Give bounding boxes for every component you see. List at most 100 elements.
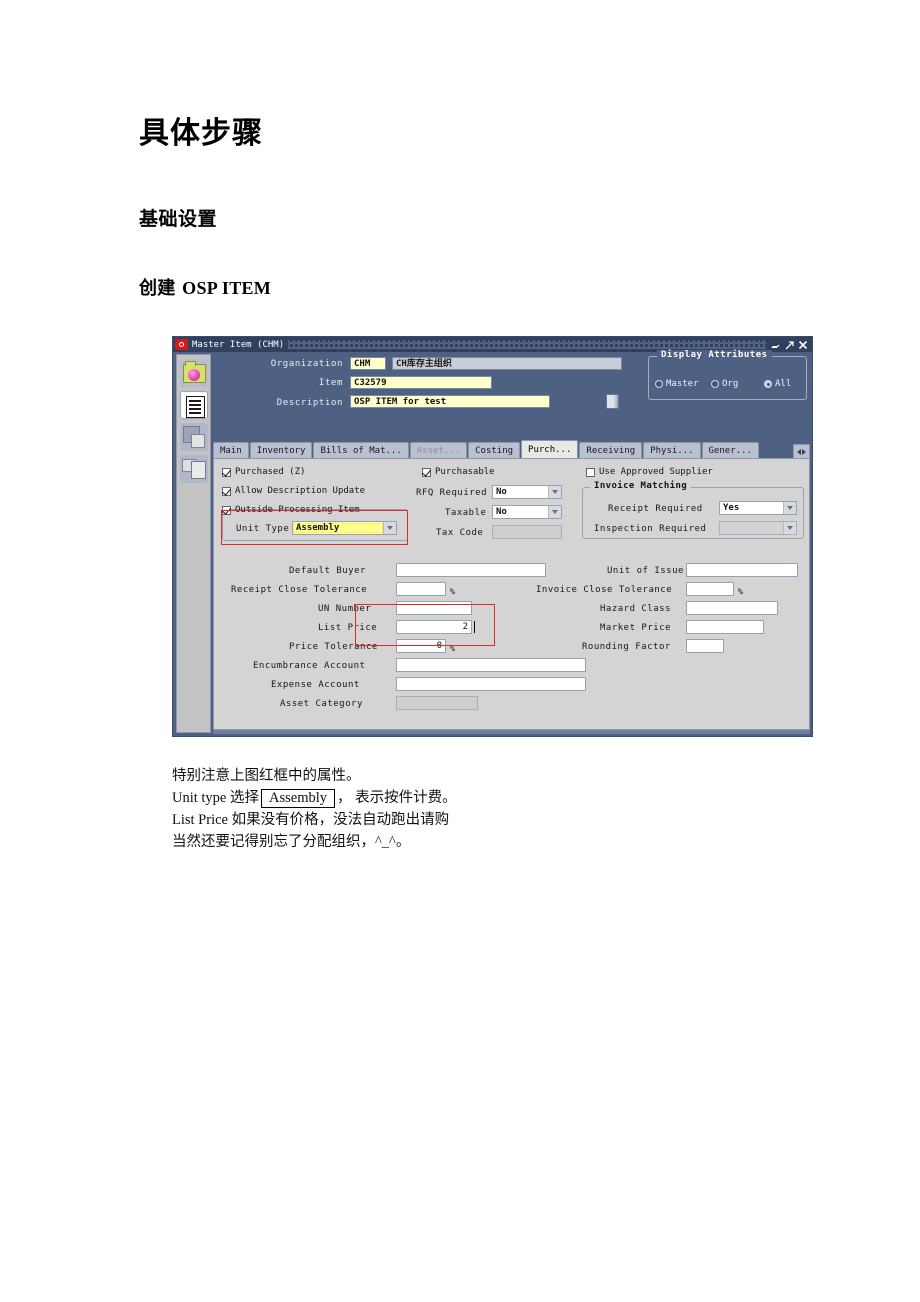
inspection-required-chevron-down-icon — [783, 522, 796, 534]
invoice-close-tolerance-field[interactable] — [686, 582, 734, 596]
checkbox-use-approved-supplier[interactable]: Use Approved Supplier — [586, 467, 713, 477]
window-controls — [770, 340, 808, 350]
encumbrance-account-label: Encumbrance Account — [253, 661, 366, 671]
radio-master[interactable]: Master — [655, 379, 699, 389]
tab-general[interactable]: Gener... — [701, 442, 759, 459]
invoice-close-tolerance-label: Invoice Close Tolerance — [536, 585, 673, 595]
expense-account-field[interactable] — [396, 677, 586, 691]
page-title: 具体步骤 — [139, 116, 263, 151]
organization-name-field: CH库存主组织 — [392, 357, 622, 370]
description-field[interactable]: OSP ITEM for test — [350, 395, 550, 408]
organization-code-field[interactable]: CHM — [350, 357, 386, 370]
checkbox-allow-description-update-label: Allow Description Update — [235, 486, 366, 496]
rfq-required-label: RFQ Required — [416, 488, 488, 498]
taxable-select[interactable]: No — [492, 505, 562, 519]
default-buyer-field[interactable] — [396, 563, 546, 577]
receipt-close-tolerance-field[interactable] — [396, 582, 446, 596]
minimize-icon[interactable] — [770, 340, 780, 350]
price-tolerance-label: Price Tolerance — [289, 642, 378, 652]
unit-type-chevron-down-icon[interactable] — [383, 522, 396, 534]
checkbox-purchasable[interactable]: Purchasable — [422, 467, 495, 477]
radio-all-dot — [764, 380, 772, 388]
taxable-label: Taxable — [445, 508, 487, 518]
section-heading-create-osp-item: 创建 OSP ITEM — [139, 274, 271, 300]
item-header-fields: Organization CHM CH库存主组织 Item C32579 Des… — [215, 350, 807, 417]
encumbrance-account-field[interactable] — [396, 658, 586, 672]
assembly-callout-box: Assembly — [261, 789, 335, 808]
tab-physical[interactable]: Physi... — [643, 442, 701, 459]
purchasing-tab-panel: Purchased (Z) Allow Description Update O… — [213, 458, 810, 730]
rfq-required-value: No — [496, 487, 507, 497]
radio-all[interactable]: All — [764, 379, 791, 389]
titlebar-texture — [288, 340, 766, 349]
checkbox-use-approved-supplier-label: Use Approved Supplier — [599, 467, 713, 477]
note-line-2-prefix: Unit type 选择 — [172, 790, 259, 806]
un-number-field[interactable] — [396, 601, 472, 615]
radio-master-dot — [655, 380, 663, 388]
radio-org-label: Org — [722, 379, 739, 389]
unit-type-select[interactable]: Assembly — [292, 521, 397, 535]
unit-of-issue-field[interactable] — [686, 563, 798, 577]
tab-inventory[interactable]: Inventory — [249, 442, 313, 459]
receipt-required-select[interactable]: Yes — [719, 501, 797, 515]
taxable-value: No — [496, 507, 507, 517]
hazard-class-label: Hazard Class — [600, 604, 672, 614]
cube-shape — [191, 434, 205, 448]
inspection-required-select — [719, 521, 797, 535]
tab-bills-of-material[interactable]: Bills of Mat... — [313, 442, 409, 459]
rfq-required-chevron-down-icon[interactable] — [548, 486, 561, 498]
grid-cube-icon[interactable] — [180, 423, 208, 451]
price-tolerance-percent: % — [450, 644, 455, 653]
list-price-field[interactable]: 2 — [396, 620, 472, 634]
cube-list-icon[interactable] — [180, 455, 208, 483]
folder-sphere-icon[interactable] — [180, 359, 208, 387]
checkbox-outside-processing-item[interactable]: Outside Processing Item — [222, 505, 360, 515]
tax-code-label: Tax Code — [436, 528, 484, 538]
checkbox-outside-processing-item-box — [222, 505, 231, 515]
note-line-3: List Price 如果没有价格，没法自动跑出请购 — [172, 812, 450, 828]
rfq-required-select[interactable]: No — [492, 485, 562, 499]
tab-scroll-right-icon[interactable] — [802, 448, 806, 455]
notes-block: 特别注意上图红框中的属性。 Unit type 选择 Assembly， 表示按件… — [172, 765, 672, 853]
checkbox-purchased[interactable]: Purchased (Z) — [222, 467, 305, 477]
inspection-required-label: Inspection Required — [594, 524, 707, 534]
description-label: Description — [276, 398, 343, 408]
description-lov-button[interactable] — [606, 394, 619, 409]
invoice-close-tolerance-percent: % — [738, 587, 743, 596]
window-title: Master Item (CHM) — [192, 339, 285, 350]
checkbox-purchasable-box — [422, 467, 431, 477]
tab-scroll-left-icon[interactable] — [797, 448, 801, 455]
tab-receiving[interactable]: Receiving — [579, 442, 643, 459]
market-price-field[interactable] — [686, 620, 764, 634]
rounding-factor-label: Rounding Factor — [582, 642, 671, 652]
item-field[interactable]: C32579 — [350, 376, 492, 389]
receipt-required-value: Yes — [723, 503, 740, 513]
item-list-icon[interactable] — [180, 391, 208, 419]
oracle-logo-icon — [175, 339, 188, 350]
tab-costing[interactable]: Costing — [468, 442, 521, 459]
default-buyer-label: Default Buyer — [289, 566, 366, 576]
master-item-application-window: Master Item (CHM) Organization CHM CH库存主… — [172, 336, 813, 737]
item-label: Item — [318, 378, 343, 388]
checkbox-purchased-label: Purchased (Z) — [235, 467, 306, 477]
tab-purchasing[interactable]: Purch... — [521, 440, 579, 459]
rounding-factor-field[interactable] — [686, 639, 724, 653]
tab-scroll-buttons[interactable] — [793, 444, 810, 459]
note-line-4: 当然还要记得别忘了分配组织，^_^。 — [172, 834, 411, 850]
receipt-required-chevron-down-icon[interactable] — [783, 502, 796, 514]
price-tolerance-field[interactable]: 0 — [396, 639, 446, 653]
hazard-class-field[interactable] — [686, 601, 778, 615]
small-list-shape — [191, 461, 206, 479]
checkbox-allow-description-update[interactable]: Allow Description Update — [222, 486, 365, 496]
close-icon[interactable] — [798, 340, 808, 350]
radio-master-label: Master — [666, 379, 699, 389]
radio-all-label: All — [775, 379, 792, 389]
taxable-chevron-down-icon[interactable] — [548, 506, 561, 518]
tab-main[interactable]: Main — [213, 442, 249, 459]
invoice-matching-title: Invoice Matching — [590, 481, 692, 491]
window-bottom-edge — [213, 730, 810, 734]
unit-type-value: Assembly — [293, 523, 383, 533]
maximize-icon[interactable] — [784, 340, 794, 350]
radio-org[interactable]: Org — [711, 379, 738, 389]
note-line-1: 特别注意上图红框中的属性。 — [172, 768, 361, 784]
